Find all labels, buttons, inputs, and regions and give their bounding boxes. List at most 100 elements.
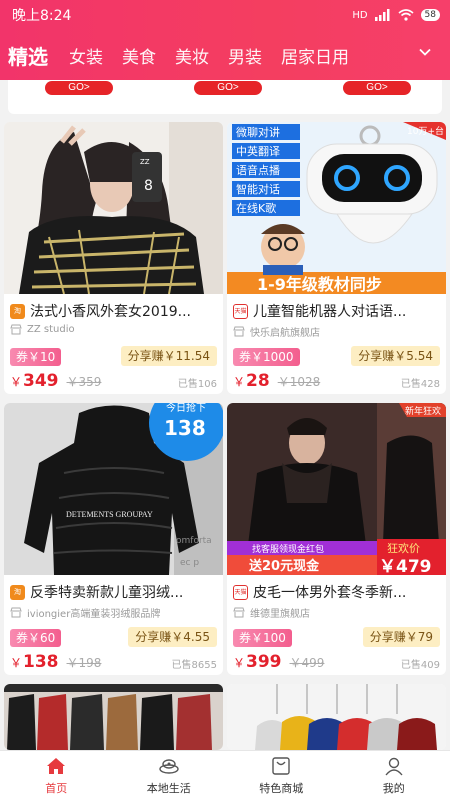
product-price: ￥138 (10, 652, 59, 672)
phone-case-number: 8 (144, 178, 153, 194)
tab-beauty[interactable]: 美妆 (175, 43, 209, 68)
shop-name[interactable]: iviongier高端童装羽绒服品牌 (27, 605, 160, 620)
share-earn-button[interactable]: 分享赚￥79 (362, 627, 440, 647)
nav-mine[interactable]: 我的 (338, 751, 450, 800)
feature-4: 智能对话 (236, 182, 280, 196)
original-price: ￥1028 (277, 375, 321, 389)
product-title[interactable]: 反季特卖新款儿童羽绒... (30, 582, 183, 602)
taobao-icon: 淘 (10, 584, 25, 600)
sale-price: ￥479 (379, 557, 432, 575)
feature-1: 微聊对讲 (236, 125, 280, 139)
nav-featured-mall-label: 特色商城 (259, 782, 304, 795)
sales-tag: 10万+台 (407, 125, 444, 137)
top-header: 晚上8:24 HD 58 精选 女装 美食 美妆 男装 居家日用 (0, 0, 450, 80)
banner-text: 1-9年级教材同步 (257, 275, 382, 294)
feature-5: 在线K歌 (236, 201, 276, 215)
product-card[interactable]: DETEMENTS GROUPAY omforta ec p 今日抢下 138 … (4, 403, 223, 675)
product-photo-robot: 1-9年级教材同步 10万+台 微聊对讲 中英翻译 语音点播 智能对话 在线K歌 (227, 122, 446, 294)
feature-3: 语音点播 (236, 163, 280, 177)
share-earn-button[interactable]: 分享赚￥11.54 (120, 346, 217, 366)
status-icons: HD 58 (352, 9, 440, 21)
product-photo-coats-rack (4, 684, 223, 750)
nav-featured-mall[interactable]: 特色商城 (225, 751, 338, 800)
background-text-1: omforta (176, 536, 212, 546)
background-text-2: ec p (180, 558, 199, 568)
store-icon (10, 607, 22, 618)
product-price: ￥28 (233, 371, 270, 391)
nav-home-label: 首页 (45, 782, 68, 795)
product-card-partial[interactable] (4, 684, 223, 750)
tmall-icon: 天猫 (233, 584, 248, 600)
bag-icon (272, 757, 290, 775)
sold-count: 已售8655 (171, 660, 217, 671)
product-card[interactable]: 新年狂欢 找客服领现金红包 送20元现金 狂欢价 ￥479 天猫 皮毛一体男外套… (227, 403, 446, 675)
nav-mine-label: 我的 (382, 782, 405, 795)
share-earn-button[interactable]: 分享赚￥4.55 (128, 627, 217, 647)
phone-case-text: ZZ (140, 158, 150, 166)
tab-featured[interactable]: 精选 (8, 41, 48, 70)
chevron-down-icon[interactable] (418, 45, 432, 59)
product-title[interactable]: 皮毛一体男外套冬季新... (253, 582, 406, 602)
tmall-icon: 天猫 (233, 303, 248, 319)
nav-local-life-label: 本地生活 (146, 782, 191, 795)
product-card-partial[interactable] (227, 684, 446, 750)
signal-label: HD (352, 9, 368, 21)
deal-price: 138 (164, 416, 206, 440)
corner-banner: 新年狂欢 (405, 405, 441, 417)
user-icon (385, 757, 403, 776)
coupon-badge[interactable]: 券￥100 (233, 629, 292, 647)
product-photo-leather-jacket: 新年狂欢 找客服领现金红包 送20元现金 狂欢价 ￥479 (227, 403, 446, 575)
product-card[interactable]: 1-9年级教材同步 10万+台 微聊对讲 中英翻译 语音点播 智能对话 在线K歌… (227, 122, 446, 394)
go-button-3[interactable]: GO> (343, 81, 411, 95)
signal-icon (374, 9, 390, 21)
coupon-badge[interactable]: 券￥10 (10, 348, 62, 366)
home-icon (47, 758, 66, 774)
sale-label: 狂欢价 (387, 541, 420, 555)
coupon-badge[interactable]: 券￥1000 (233, 348, 300, 366)
coupon-badge[interactable]: 券￥60 (10, 629, 62, 647)
product-image[interactable]: 新年狂欢 找客服领现金红包 送20元现金 狂欢价 ￥479 (227, 403, 446, 575)
product-title[interactable]: 法式小香风外套女2019... (30, 301, 191, 321)
status-bar: 晚上8:24 HD 58 (0, 0, 450, 30)
store-icon (233, 326, 245, 337)
jacket-print: DETEMENTS GROUPAY (66, 510, 153, 519)
product-price: ￥399 (233, 652, 282, 672)
promo-strip: GO> GO> GO> (0, 80, 450, 116)
product-price: ￥349 (10, 371, 59, 391)
original-price: ￥359 (66, 375, 102, 389)
store-icon (10, 324, 22, 335)
local-life-icon (159, 759, 179, 774)
product-title[interactable]: 儿童智能机器人对话语... (253, 301, 406, 321)
share-earn-button[interactable]: 分享赚￥5.54 (351, 346, 440, 366)
battery-indicator: 58 (420, 9, 440, 21)
product-photo-down-jacket: DETEMENTS GROUPAY omforta ec p 今日抢下 138 (4, 403, 223, 575)
tab-womens-clothing[interactable]: 女装 (69, 43, 103, 68)
nav-home[interactable]: 首页 (0, 751, 113, 800)
original-price: ￥499 (289, 656, 325, 670)
go-button-1[interactable]: GO> (45, 81, 113, 95)
product-image[interactable]: DETEMENTS GROUPAY omforta ec p 今日抢下 138 (4, 403, 223, 575)
shop-name[interactable]: 快乐启航旗舰店 (250, 324, 320, 339)
category-tabs: 精选 女装 美食 美妆 男装 居家日用 (0, 30, 450, 80)
wifi-icon (398, 9, 414, 21)
feature-2: 中英翻译 (236, 144, 280, 158)
product-image[interactable]: 1-9年级教材同步 10万+台 微聊对讲 中英翻译 语音点播 智能对话 在线K歌 (227, 122, 446, 294)
shop-name[interactable]: 维德里旗舰店 (250, 605, 310, 620)
sold-count: 已售428 (400, 379, 440, 390)
tab-mens-clothing[interactable]: 男装 (228, 43, 262, 68)
taobao-icon: 淘 (10, 303, 25, 319)
original-price: ￥198 (66, 656, 102, 670)
promo-banner-2: 送20元现金 (248, 558, 320, 574)
go-button-2[interactable]: GO> (194, 81, 262, 95)
product-card[interactable]: ZZ 8 淘 法式小香风外套女2019... ZZ studio 券￥10 分享… (4, 122, 223, 394)
shop-name[interactable]: ZZ studio (27, 324, 75, 335)
promo-banner-1: 找客服领现金红包 (252, 543, 324, 555)
nav-local-life[interactable]: 本地生活 (113, 751, 226, 800)
product-photo-colorful-jackets (227, 684, 446, 750)
bottom-navigation: 首页 本地生活 特色商城 我的 (0, 750, 450, 800)
store-icon (233, 607, 245, 618)
product-image[interactable]: ZZ 8 (4, 122, 223, 294)
sold-count: 已售409 (400, 660, 440, 671)
tab-home-goods[interactable]: 居家日用 (281, 43, 349, 68)
tab-food[interactable]: 美食 (122, 43, 156, 68)
